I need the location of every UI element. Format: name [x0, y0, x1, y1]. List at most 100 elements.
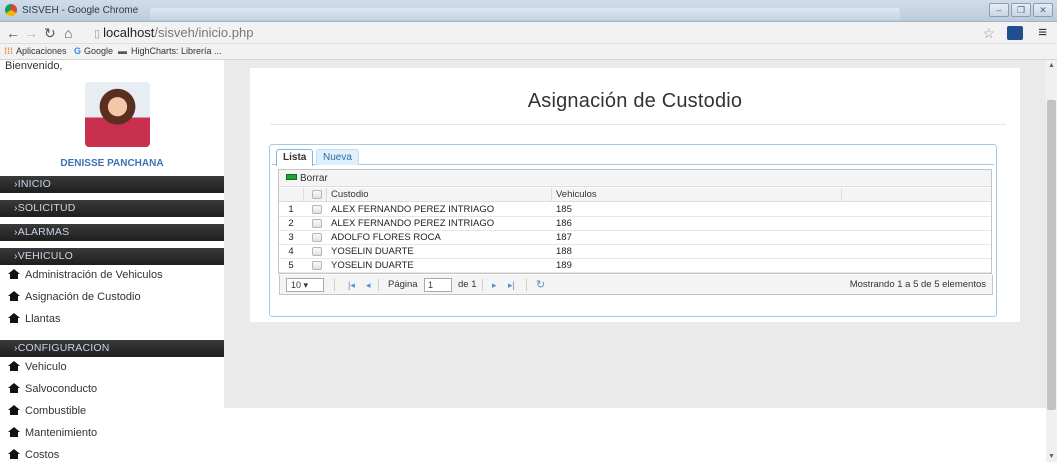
scroll-down-icon[interactable]: ▼ — [1048, 453, 1055, 460]
last-page-icon[interactable]: ▸| — [508, 275, 515, 295]
row-checkbox[interactable] — [312, 261, 322, 270]
page-input[interactable]: 1 — [424, 278, 452, 292]
menu-item-combustible[interactable]: Combustible — [0, 400, 224, 422]
window-controls: – ❐ ✕ — [989, 3, 1053, 17]
select-all-checkbox[interactable] — [312, 190, 322, 199]
home-icon — [8, 383, 20, 393]
menu-section-solicitud[interactable]: ›SOLICITUD — [0, 200, 224, 217]
google-icon: G — [74, 46, 82, 56]
row-number: 3 — [288, 232, 294, 243]
tabs-container: Lista Nueva Borrar Custodio Vehiculos 1 … — [269, 144, 997, 317]
page-title: Asignación de Custodio — [527, 90, 743, 112]
chrome-menu-icon[interactable]: ≡ — [1038, 24, 1047, 41]
table-header: Custodio Vehiculos — [279, 188, 991, 202]
cell-vehiculo: 188 — [556, 246, 572, 257]
divider — [270, 124, 1006, 125]
home-icon[interactable]: ⌂ — [64, 25, 72, 41]
back-arrow-icon[interactable]: ← — [6, 25, 20, 41]
menu-section-alarmas[interactable]: ›ALARMAS — [0, 224, 224, 241]
home-icon — [8, 291, 20, 301]
table-row[interactable]: 5 YOSELIN DUARTE 189 — [279, 259, 991, 273]
vertical-scrollbar[interactable]: ▲ ▼ — [1046, 60, 1057, 462]
divider — [841, 188, 842, 201]
divider — [551, 188, 552, 201]
cell-custodio: YOSELIN DUARTE — [331, 246, 414, 257]
row-number: 1 — [288, 204, 294, 215]
menu-item-label: Administración de Vehiculos — [25, 269, 163, 281]
minimize-button[interactable]: – — [989, 3, 1009, 17]
menu-item-label: Asignación de Custodio — [25, 291, 141, 303]
maximize-button[interactable]: ❐ — [1011, 3, 1031, 17]
row-checkbox[interactable] — [312, 219, 322, 228]
extension-icon[interactable] — [1007, 26, 1023, 40]
url-path: /sisveh/inicio.php — [154, 25, 254, 40]
url-field[interactable]: ▯ localhost/sisveh/inicio.php — [94, 24, 974, 42]
menu-item-salvoconducto[interactable]: Salvoconducto — [0, 378, 224, 400]
row-checkbox[interactable] — [312, 205, 322, 214]
table-row[interactable]: 3 ADOLFO FLORES ROCA 187 — [279, 231, 991, 245]
bookmark-highcharts[interactable]: HighCharts: Librería ... — [131, 44, 222, 59]
table-row[interactable]: 1 ALEX FERNANDO PEREZ INTRIAGO 185 — [279, 203, 991, 217]
title-bar: SISVEH - Google Chrome – ❐ ✕ — [0, 0, 1057, 22]
avatar — [85, 82, 150, 147]
table-row[interactable]: 2 ALEX FERNANDO PEREZ INTRIAGO 186 — [279, 217, 991, 231]
close-button[interactable]: ✕ — [1033, 3, 1053, 17]
cell-custodio: ALEX FERNANDO PEREZ INTRIAGO — [331, 218, 495, 229]
menu-item-label: Vehiculo — [25, 361, 67, 373]
first-page-icon[interactable]: |◂ — [348, 275, 355, 295]
menu-section-vehiculo[interactable]: ›VEHICULO — [0, 248, 224, 265]
column-header-vehiculos[interactable]: Vehiculos — [556, 188, 597, 201]
bookmark-apps[interactable]: Aplicaciones — [16, 44, 67, 59]
menu-section-configuracion[interactable]: ›CONFIGURACION — [0, 340, 224, 357]
row-number: 2 — [288, 218, 294, 229]
table-row[interactable]: 4 YOSELIN DUARTE 188 — [279, 245, 991, 259]
menu-section-inicio[interactable]: ›INICIO — [0, 176, 224, 193]
custodio-grid: Borrar Custodio Vehiculos 1 ALEX FERNAND… — [278, 169, 993, 295]
prev-page-icon[interactable]: ◂ — [366, 275, 371, 295]
welcome-text: Bienvenido, — [5, 60, 63, 72]
home-icon — [8, 427, 20, 437]
menu-item-vehiculo[interactable]: Vehiculo — [0, 356, 224, 378]
row-checkbox[interactable] — [312, 233, 322, 242]
next-page-icon[interactable]: ▸ — [492, 275, 497, 295]
scrollbar-thumb[interactable] — [1047, 100, 1056, 410]
cell-custodio: ALEX FERNANDO PEREZ INTRIAGO — [331, 204, 495, 215]
tab-lista[interactable]: Lista — [276, 149, 314, 166]
home-icon — [8, 449, 20, 459]
scroll-up-icon[interactable]: ▲ — [1048, 62, 1055, 69]
row-checkbox[interactable] — [312, 247, 322, 256]
home-icon — [8, 313, 20, 323]
menu-item-costos[interactable]: Costos — [0, 444, 224, 462]
cell-vehiculo: 186 — [556, 218, 572, 229]
page-label: Página — [388, 279, 418, 290]
divider — [526, 279, 527, 291]
user-name[interactable]: DENISSE PANCHANA — [0, 158, 224, 169]
bookmark-star-icon[interactable]: ☆ — [982, 25, 995, 42]
address-bar: ← → ↻ ⌂ ▯ localhost/sisveh/inicio.php ☆ … — [0, 22, 1057, 44]
column-header-custodio[interactable]: Custodio — [331, 188, 369, 201]
delete-button[interactable]: Borrar — [286, 173, 328, 184]
forward-arrow-icon[interactable]: → — [24, 25, 38, 41]
menu-item-mantenimiento[interactable]: Mantenimiento — [0, 422, 224, 444]
menu-item-label: Llantas — [25, 313, 61, 325]
cell-vehiculo: 189 — [556, 260, 572, 271]
bookmark-google[interactable]: Google — [84, 44, 113, 59]
refresh-icon[interactable]: ↻ — [536, 275, 545, 295]
row-number: 4 — [288, 246, 294, 257]
row-number: 5 — [288, 260, 294, 271]
delete-icon — [286, 174, 297, 180]
reload-icon[interactable]: ↻ — [44, 25, 56, 41]
page-size-select[interactable]: 10 ▾ — [286, 278, 324, 292]
tab-nueva[interactable]: Nueva — [316, 149, 359, 165]
menu-item-asignacion-custodio[interactable]: Asignación de Custodio — [0, 286, 224, 308]
apps-grid-icon: ⁞⁞⁞ — [4, 46, 13, 56]
menu-item-administracion-vehiculos[interactable]: Administración de Vehiculos — [0, 264, 224, 286]
grid-pager: 10 ▾ |◂ ◂ Página 1 de 1 ▸ ▸| ↻ Mostrando… — [279, 275, 993, 295]
menu-item-llantas[interactable]: Llantas — [0, 308, 224, 330]
bookmarks-bar: ⁞⁞⁞ Aplicaciones G Google ▬ HighCharts: … — [0, 44, 1057, 60]
cell-vehiculo: 185 — [556, 204, 572, 215]
menu-item-label: Salvoconducto — [25, 383, 98, 395]
chrome-logo-icon — [5, 4, 17, 16]
pager-info: Mostrando 1 a 5 de 5 elementos — [849, 279, 986, 290]
divider — [334, 279, 335, 291]
